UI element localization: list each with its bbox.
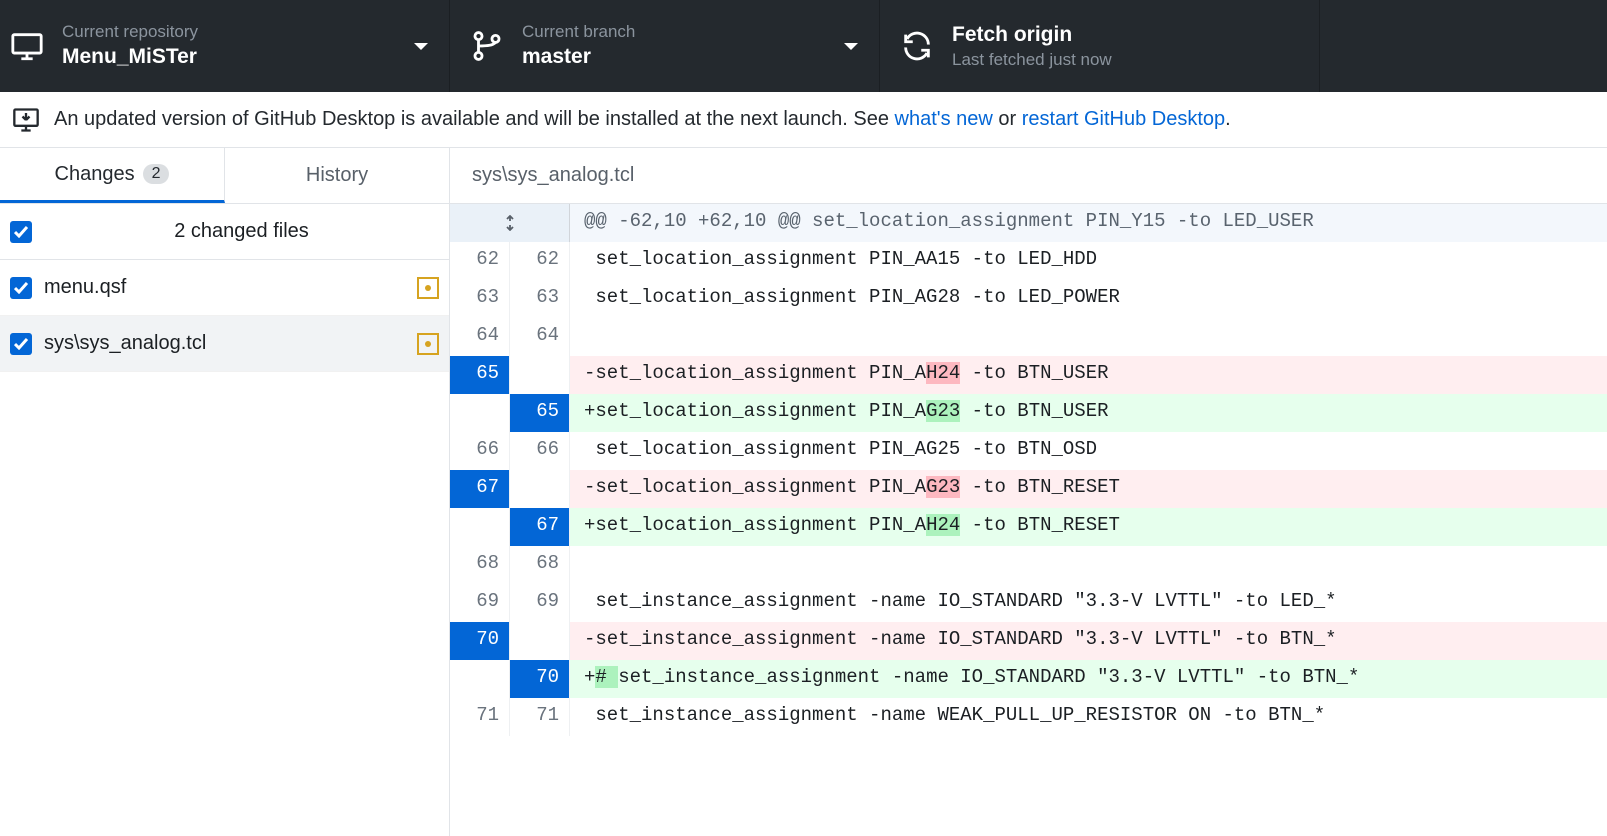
repo-value: Menu_MiSTer bbox=[62, 43, 198, 70]
diff-line[interactable]: 70 -set_instance_assignment -name IO_STAN… bbox=[450, 622, 1607, 660]
file-row[interactable]: menu.qsf bbox=[0, 260, 449, 316]
new-line-number: 65 bbox=[510, 394, 570, 432]
old-line-number bbox=[450, 660, 510, 698]
branch-selector[interactable]: Current branch master bbox=[450, 0, 880, 92]
file-row[interactable]: sys\sys_analog.tcl bbox=[0, 316, 449, 372]
new-line-number bbox=[510, 356, 570, 394]
diff-line-content: -set_location_assignment PIN_AH24 -to BT… bbox=[570, 356, 1607, 394]
old-line-number: 71 bbox=[450, 698, 510, 736]
new-line-number: 67 bbox=[510, 508, 570, 546]
repo-label: Current repository bbox=[62, 21, 198, 43]
fetch-button[interactable]: Fetch origin Last fetched just now bbox=[880, 0, 1320, 92]
old-line-number bbox=[450, 394, 510, 432]
sync-icon bbox=[900, 29, 934, 63]
toolbar-spacer bbox=[1320, 0, 1607, 92]
diff-line[interactable]: 65 -set_location_assignment PIN_AH24 -to … bbox=[450, 356, 1607, 394]
file-name: menu.qsf bbox=[44, 276, 417, 299]
new-line-number: 62 bbox=[510, 242, 570, 280]
diff-line[interactable]: 6363 set_location_assignment PIN_AG28 -t… bbox=[450, 280, 1607, 318]
diff-line[interactable]: 6464 bbox=[450, 318, 1607, 356]
old-line-number: 68 bbox=[450, 546, 510, 584]
diff-line-content: -set_instance_assignment -name IO_STANDA… bbox=[570, 622, 1607, 660]
changes-count-badge: 2 bbox=[143, 164, 170, 184]
diff-line-content bbox=[570, 546, 1607, 584]
tab-changes[interactable]: Changes 2 bbox=[0, 148, 225, 203]
file-checkbox[interactable] bbox=[10, 333, 32, 355]
diff-line[interactable]: 6868 bbox=[450, 546, 1607, 584]
diff-line[interactable]: 6969 set_instance_assignment -name IO_ST… bbox=[450, 584, 1607, 622]
new-line-number: 66 bbox=[510, 432, 570, 470]
repo-selector[interactable]: Current repository Menu_MiSTer bbox=[0, 0, 450, 92]
diff-line-content: -set_location_assignment PIN_AG23 -to BT… bbox=[570, 470, 1607, 508]
diff-line[interactable]: 6262 set_location_assignment PIN_AA15 -t… bbox=[450, 242, 1607, 280]
diff-line-content: set_instance_assignment -name IO_STANDAR… bbox=[570, 584, 1607, 622]
diff-line-content: +# set_instance_assignment -name IO_STAN… bbox=[570, 660, 1607, 698]
old-line-number: 69 bbox=[450, 584, 510, 622]
diff-line-content bbox=[570, 318, 1607, 356]
expand-hunk-button[interactable] bbox=[450, 204, 570, 242]
diff-line-content: set_location_assignment PIN_AA15 -to LED… bbox=[570, 242, 1607, 280]
download-update-icon bbox=[12, 106, 40, 134]
diff-line[interactable]: 67 -set_location_assignment PIN_AG23 -to … bbox=[450, 470, 1607, 508]
content-area: Changes 2 History 2 changed files menu.q… bbox=[0, 148, 1607, 836]
branch-label: Current branch bbox=[522, 21, 635, 43]
old-line-number: 64 bbox=[450, 318, 510, 356]
modified-icon bbox=[417, 277, 439, 299]
diff-hunk-header: @@ -62,10 +62,10 @@ set_location_assignm… bbox=[450, 204, 1607, 242]
diff-body[interactable]: @@ -62,10 +62,10 @@ set_location_assignm… bbox=[450, 204, 1607, 836]
new-line-number: 69 bbox=[510, 584, 570, 622]
new-line-number: 64 bbox=[510, 318, 570, 356]
diff-line[interactable]: 70+# set_instance_assignment -name IO_ST… bbox=[450, 660, 1607, 698]
diff-line-content: set_location_assignment PIN_AG25 -to BTN… bbox=[570, 432, 1607, 470]
sidebar-tabs: Changes 2 History bbox=[0, 148, 449, 204]
diff-line-content: +set_location_assignment PIN_AG23 -to BT… bbox=[570, 394, 1607, 432]
old-line-number: 62 bbox=[450, 242, 510, 280]
diff-line[interactable]: 6666 set_location_assignment PIN_AG25 -t… bbox=[450, 432, 1607, 470]
modified-icon bbox=[417, 333, 439, 355]
old-line-number: 70 bbox=[450, 622, 510, 660]
old-line-number: 63 bbox=[450, 280, 510, 318]
diff-file-path: sys\sys_analog.tcl bbox=[450, 148, 1607, 204]
new-line-number bbox=[510, 470, 570, 508]
diff-line-content: +set_location_assignment PIN_AH24 -to BT… bbox=[570, 508, 1607, 546]
update-banner: An updated version of GitHub Desktop is … bbox=[0, 92, 1607, 148]
branch-icon bbox=[470, 29, 504, 63]
banner-text: An updated version of GitHub Desktop is … bbox=[54, 108, 1231, 131]
whats-new-link[interactable]: what's new bbox=[895, 108, 993, 130]
fetch-status: Last fetched just now bbox=[952, 49, 1112, 71]
fetch-label: Fetch origin bbox=[952, 21, 1112, 48]
chevron-down-icon bbox=[813, 36, 859, 57]
new-line-number: 63 bbox=[510, 280, 570, 318]
restart-link[interactable]: restart GitHub Desktop bbox=[1022, 108, 1225, 130]
monitor-icon bbox=[10, 29, 44, 63]
branch-value: master bbox=[522, 43, 635, 70]
file-checkbox[interactable] bbox=[10, 277, 32, 299]
diff-panel: sys\sys_analog.tcl @@ -62,10 +62,10 @@ s… bbox=[450, 148, 1607, 836]
changes-sidebar: Changes 2 History 2 changed files menu.q… bbox=[0, 148, 450, 836]
diff-line[interactable]: 65+set_location_assignment PIN_AG23 -to … bbox=[450, 394, 1607, 432]
app-toolbar: Current repository Menu_MiSTer Current b… bbox=[0, 0, 1607, 92]
select-all-checkbox[interactable] bbox=[10, 221, 32, 243]
new-line-number: 70 bbox=[510, 660, 570, 698]
chevron-down-icon bbox=[383, 36, 429, 57]
diff-line[interactable]: 67+set_location_assignment PIN_AH24 -to … bbox=[450, 508, 1607, 546]
old-line-number: 67 bbox=[450, 470, 510, 508]
file-name: sys\sys_analog.tcl bbox=[44, 332, 417, 355]
old-line-number bbox=[450, 508, 510, 546]
new-line-number bbox=[510, 622, 570, 660]
old-line-number: 66 bbox=[450, 432, 510, 470]
tab-history[interactable]: History bbox=[225, 148, 449, 203]
diff-line-content: set_instance_assignment -name WEAK_PULL_… bbox=[570, 698, 1607, 736]
diff-line-content: set_location_assignment PIN_AG28 -to LED… bbox=[570, 280, 1607, 318]
new-line-number: 68 bbox=[510, 546, 570, 584]
diff-line[interactable]: 7171 set_instance_assignment -name WEAK_… bbox=[450, 698, 1607, 736]
old-line-number: 65 bbox=[450, 356, 510, 394]
new-line-number: 71 bbox=[510, 698, 570, 736]
changes-summary: 2 changed files bbox=[0, 204, 449, 260]
